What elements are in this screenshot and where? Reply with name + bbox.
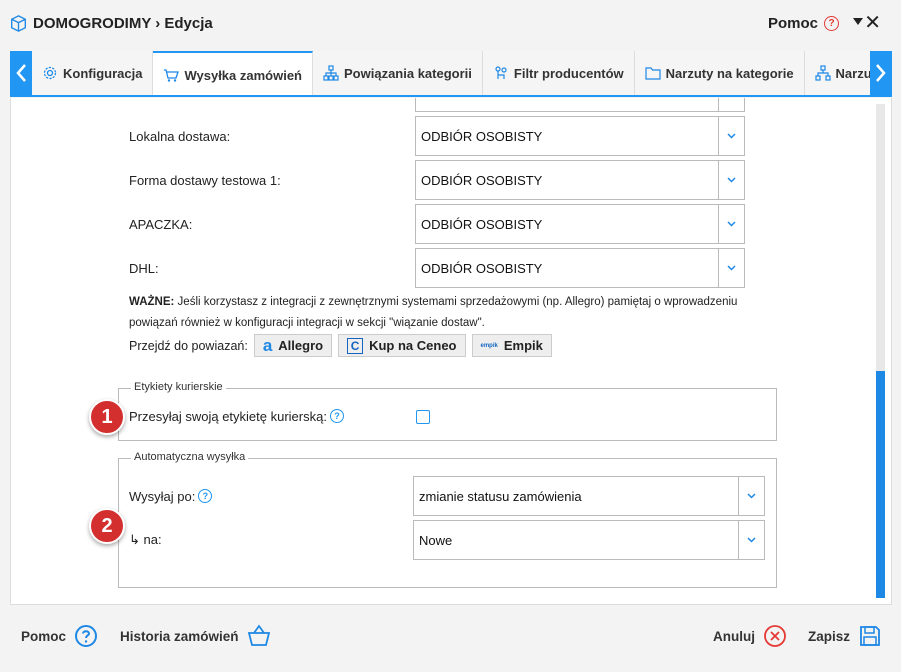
send-label-text: Przesyłaj swoją etykietę kurierską:	[129, 408, 327, 424]
tab-scroll-left-icon[interactable]	[10, 51, 32, 95]
to-status-select[interactable]: Nowe	[413, 520, 765, 560]
tab-narzuty-na-kategorie[interactable]: Narzuty na kategorie	[635, 51, 805, 95]
mapping-label: Forma dostawy testowa 1:	[129, 172, 281, 188]
gear-icon	[43, 66, 57, 80]
mapping-row-apaczka: APACZKA:	[129, 213, 192, 235]
cancel-label: Anuluj	[713, 628, 755, 644]
mapping-select-apaczka[interactable]: ODBIÓR OSOBISTY	[415, 204, 745, 244]
tab-filtr-producentow[interactable]: Filtr producentów	[483, 51, 635, 95]
step-badge-1: 1	[89, 399, 125, 435]
mapping-label: DHL:	[129, 260, 159, 276]
tab-label: Narzuty na kategorie	[665, 65, 794, 81]
tab-label: Konfiguracja	[63, 65, 143, 81]
help-circle-icon: ?	[824, 16, 839, 31]
window-title: DOMOGRODIMY › Edycja	[10, 15, 213, 32]
ceneo-label: Kup na Ceneo	[369, 338, 457, 353]
mapping-row-lokalna: Lokalna dostawa:	[129, 125, 230, 147]
mapping-label: APACZKA:	[129, 216, 193, 232]
mapping-row-dhl: DHL:	[129, 257, 159, 279]
order-history-label: Historia zamówień	[120, 628, 239, 644]
tab-bar: Konfiguracja Wysyłka zamówień Powiązania…	[10, 51, 892, 97]
chevron-down-icon[interactable]	[718, 249, 744, 287]
to-status-row: ↳ na:	[129, 529, 162, 551]
send-after-row: Wysyłaj po: ?	[129, 485, 213, 507]
section-legend: Automatyczna wysyłka	[131, 451, 249, 463]
section-legend: Etykiety kurierskie	[131, 381, 226, 393]
help-top-label: Pomoc	[767, 15, 818, 32]
goto-mappings: Przejdź do powiazań: a Allegro C Kup na …	[129, 334, 552, 357]
footer-help-label: Pomoc	[21, 628, 67, 644]
send-after-label: Wysyłaj po:	[129, 488, 196, 504]
window-title-text: DOMOGRODIMY › Edycja	[33, 15, 213, 32]
ceneo-logo-icon: C	[347, 337, 364, 354]
tab-label: Filtr producentów	[513, 65, 624, 81]
chevron-down-icon[interactable]	[738, 477, 764, 515]
allegro-button[interactable]: a Allegro	[253, 334, 333, 357]
note-text: Jeśli korzystasz z integracji z zewnętrz…	[129, 296, 738, 329]
help-circle-icon	[75, 625, 98, 647]
tab-konfiguracja[interactable]: Konfiguracja	[32, 51, 154, 95]
select-value: ODBIÓR OSOBISTY	[421, 128, 543, 144]
floppy-disk-icon	[860, 626, 880, 646]
mapping-label: Lokalna dostawa:	[129, 128, 231, 144]
to-status-label: ↳ na:	[129, 532, 162, 547]
basket-icon	[247, 624, 270, 646]
help-circle-icon[interactable]: ?	[198, 489, 213, 503]
help-top-button[interactable]: Pomoc ?	[768, 15, 839, 32]
save-button[interactable]: Zapisz	[808, 624, 882, 648]
send-label-row: Przesyłaj swoją etykietę kurierską: ?	[129, 405, 344, 427]
sitemap-icon	[323, 65, 339, 81]
select-value: zmianie statusu zamówienia	[419, 488, 582, 504]
partial-select-above[interactable]	[415, 98, 745, 112]
dropdown-caret-icon[interactable]	[853, 18, 863, 25]
filter-icon	[495, 66, 507, 79]
tab-label: Narzu	[835, 65, 872, 81]
empik-logo-icon: empik	[480, 342, 498, 349]
chevron-down-icon[interactable]	[718, 117, 744, 155]
box-icon	[11, 15, 26, 32]
title-bar: DOMOGRODIMY › Edycja Pomoc ? ✕	[0, 0, 901, 50]
select-value: ODBIÓR OSOBISTY	[421, 172, 543, 188]
empik-button[interactable]: empik Empik	[471, 334, 552, 357]
tab-label: Powiązania kategorii	[344, 65, 472, 81]
tab-label: Wysyłka zamówień	[184, 67, 303, 83]
send-after-select[interactable]: zmianie statusu zamówienia	[413, 476, 765, 516]
allegro-label: Allegro	[278, 338, 324, 353]
order-history-button[interactable]: Historia zamówień	[120, 624, 271, 648]
cancel-button[interactable]: Anuluj	[713, 624, 787, 648]
save-label: Zapisz	[808, 628, 851, 644]
folder-icon	[645, 67, 661, 80]
help-circle-icon[interactable]: ?	[329, 409, 344, 423]
tab-powiazania-kategorii[interactable]: Powiązania kategorii	[313, 51, 483, 95]
send-label-checkbox[interactable]	[416, 410, 430, 424]
important-note: WAŻNE: Jeśli korzystasz z integracji z z…	[129, 292, 749, 334]
cart-icon	[164, 69, 180, 82]
empik-label: Empik	[503, 338, 543, 353]
footer-bar: Pomoc Historia zamówień Anuluj Zapisz	[0, 606, 901, 672]
vertical-scrollbar[interactable]	[876, 104, 885, 598]
close-icon[interactable]: ✕	[864, 11, 881, 35]
footer-help-button[interactable]: Pomoc	[21, 624, 98, 648]
mapping-select-forma[interactable]: ODBIÓR OSOBISTY	[415, 160, 745, 200]
sitemap-icon	[814, 65, 831, 81]
mapping-select-dhl[interactable]: ODBIÓR OSOBISTY	[415, 248, 745, 288]
cancel-circle-icon	[764, 625, 786, 647]
ceneo-button[interactable]: C Kup na Ceneo	[338, 334, 466, 357]
chevron-down-icon[interactable]	[718, 161, 744, 199]
select-value: ODBIÓR OSOBISTY	[421, 260, 543, 276]
content-panel: Lokalna dostawa: ODBIÓR OSOBISTY Forma d…	[10, 98, 892, 605]
mapping-select-lokalna[interactable]: ODBIÓR OSOBISTY	[415, 116, 745, 156]
chevron-down-icon[interactable]	[718, 205, 744, 243]
select-value: ODBIÓR OSOBISTY	[421, 216, 543, 232]
select-value: Nowe	[419, 532, 453, 548]
tab-wysylka-zamowien[interactable]: Wysyłka zamówień	[153, 51, 314, 95]
step-badge-2: 2	[89, 508, 125, 544]
tab-scroll-right-icon[interactable]	[870, 51, 892, 95]
allegro-logo-icon: a	[262, 335, 273, 355]
chevron-down-icon[interactable]	[738, 521, 764, 559]
mapping-row-forma: Forma dostawy testowa 1:	[129, 169, 281, 191]
goto-label: Przejdź do powiazań:	[129, 338, 248, 353]
scrollbar-thumb[interactable]	[876, 371, 885, 598]
note-bold: WAŻNE:	[129, 296, 175, 308]
